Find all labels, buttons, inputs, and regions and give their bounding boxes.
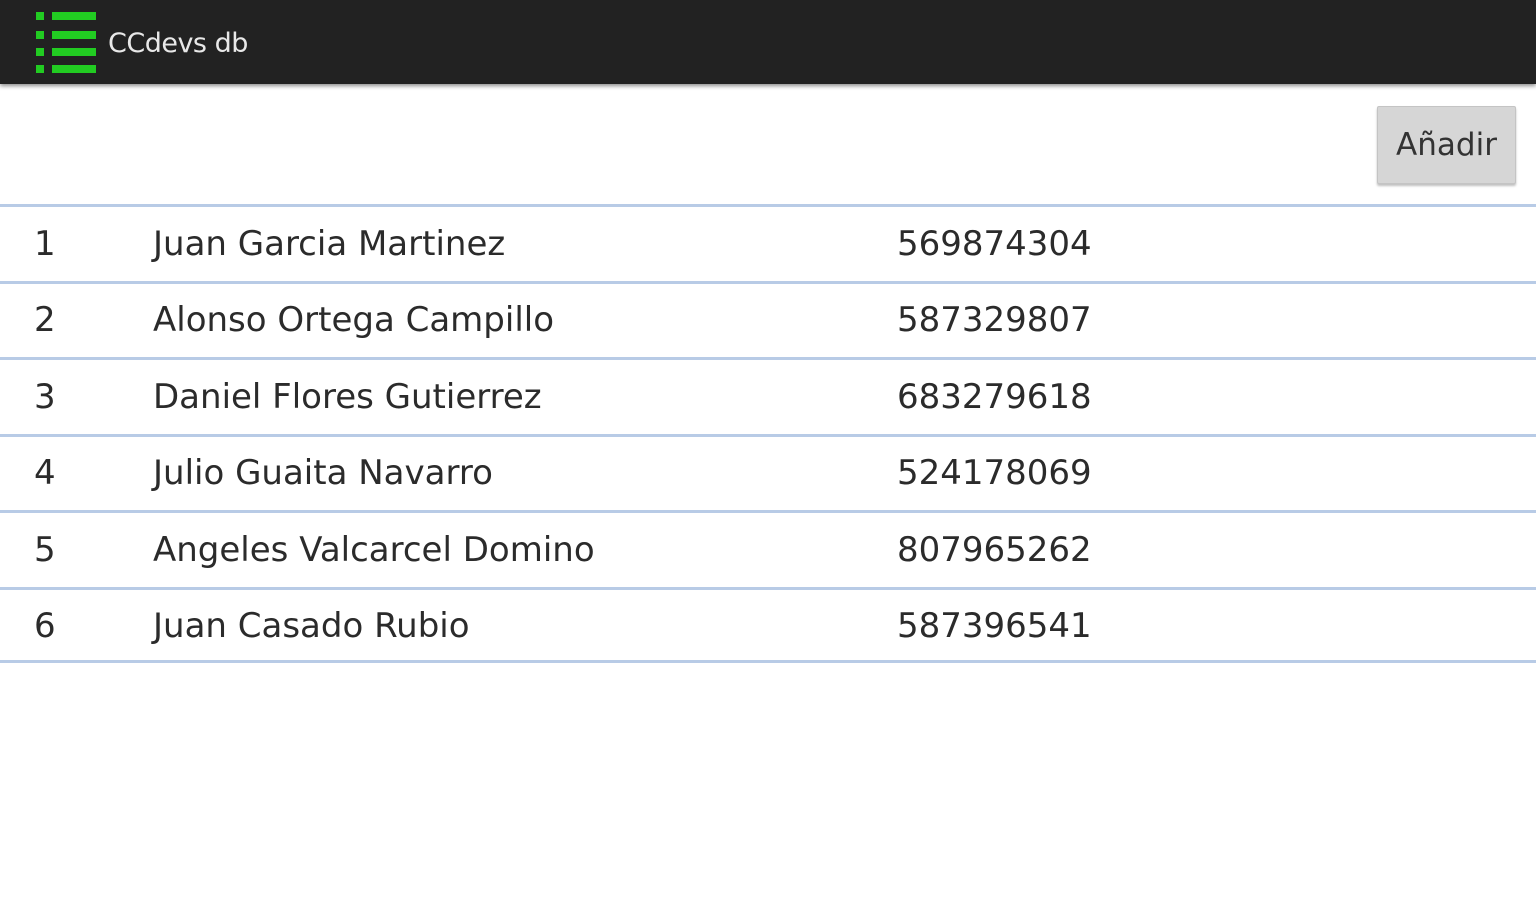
row-id: 1 [34,223,56,264]
row-id: 2 [34,300,56,340]
row-phone: 587329807 [897,300,1092,340]
row-name: Julio Guaita Navarro [153,453,493,493]
row-id: 6 [34,606,56,646]
contacts-table: 1 Juan Garcia Martinez 569874304 2 Alons… [0,204,1536,663]
add-button[interactable]: Añadir [1377,106,1516,184]
row-id: 3 [34,376,56,417]
row-phone: 524178069 [897,453,1092,493]
app-title: CCdevs db [108,28,248,59]
app-root: CCdevs db Añadir 1 Juan Garcia Martinez … [0,0,1536,900]
row-name: Juan Garcia Martinez [153,223,506,264]
row-name: Angeles Valcarcel Domino [153,529,595,570]
row-phone: 683279618 [897,376,1092,417]
table-row[interactable]: 2 Alonso Ortega Campillo 587329807 [0,280,1536,358]
row-name: Juan Casado Rubio [153,606,470,646]
action-bar: CCdevs db [0,0,1536,84]
row-phone: 807965262 [897,529,1092,570]
table-row[interactable]: 4 Julio Guaita Navarro 524178069 [0,433,1536,511]
row-name: Daniel Flores Gutierrez [153,376,542,417]
table-row[interactable]: 6 Juan Casado Rubio 587396541 [0,586,1536,663]
table-row[interactable]: 5 Angeles Valcarcel Domino 807965262 [0,510,1536,587]
list-icon[interactable] [34,11,98,75]
row-phone: 587396541 [897,606,1092,646]
table-row[interactable]: 1 Juan Garcia Martinez 569874304 [0,204,1536,281]
row-id: 5 [34,529,56,570]
row-id: 4 [34,453,56,493]
row-phone: 569874304 [897,223,1092,264]
table-row[interactable]: 3 Daniel Flores Gutierrez 683279618 [0,357,1536,434]
row-name: Alonso Ortega Campillo [153,300,555,340]
